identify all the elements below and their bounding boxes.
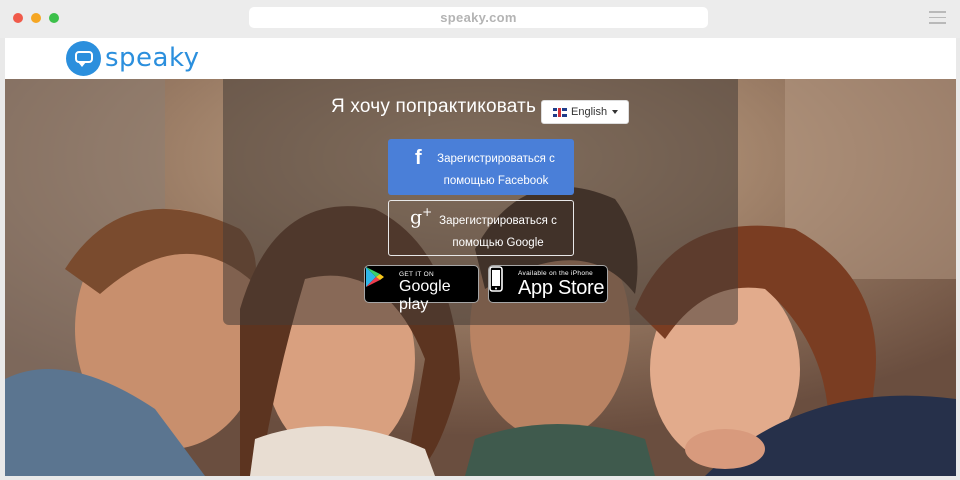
app-store-big-text: App Store bbox=[518, 277, 605, 299]
logo-text: speaky bbox=[105, 43, 200, 73]
google-signup-line1: Зарегистрироваться с bbox=[439, 215, 557, 227]
google-play-big-text: Google play bbox=[399, 278, 451, 313]
google-play-small-text: GET IT ON bbox=[399, 271, 434, 278]
logo[interactable]: speaky bbox=[66, 40, 200, 76]
app-store-small-text: Available on the iPhone bbox=[518, 270, 594, 277]
facebook-signup-button[interactable]: f Зарегистрироваться с помощью Facebook bbox=[388, 139, 574, 195]
page: speaky Я хочу попрактиковать English f З… bbox=[5, 38, 956, 476]
menu-icon[interactable] bbox=[929, 11, 946, 25]
google-signup-button[interactable]: g+ Зарегистрироваться с помощью Google bbox=[388, 200, 574, 256]
apple-icon bbox=[489, 266, 503, 292]
speaky-logo-icon bbox=[66, 40, 101, 76]
google-play-badge[interactable]: GET IT ON Google play bbox=[364, 265, 479, 313]
headline: Я хочу попрактиковать bbox=[331, 96, 537, 117]
hero-section: Я хочу попрактиковать English f Зарегист… bbox=[5, 79, 956, 476]
address-bar[interactable]: speaky.com bbox=[249, 7, 708, 28]
facebook-icon: f bbox=[415, 147, 422, 169]
facebook-signup-line1: Зарегистрироваться с bbox=[437, 153, 555, 165]
google-play-icon bbox=[366, 267, 384, 287]
site-header: speaky bbox=[5, 38, 956, 79]
app-store-badge[interactable]: Available on the iPhone App Store bbox=[488, 265, 608, 303]
google-signup-label: Зарегистрироваться с помощью Google bbox=[433, 210, 563, 254]
maximize-window-dot[interactable] bbox=[49, 13, 59, 23]
facebook-signup-line2: помощью Facebook bbox=[443, 175, 549, 187]
language-select-value: English bbox=[571, 106, 608, 118]
browser-chrome: speaky.com bbox=[0, 0, 960, 38]
language-select[interactable]: English bbox=[541, 100, 629, 124]
google-signup-line2: помощью Google bbox=[452, 237, 544, 249]
facebook-signup-label: Зарегистрироваться с помощью Facebook bbox=[426, 148, 566, 192]
minimize-window-dot[interactable] bbox=[31, 13, 41, 23]
dropdown-caret-icon bbox=[612, 110, 619, 114]
close-window-dot[interactable] bbox=[13, 13, 23, 23]
google-plus-icon: g+ bbox=[410, 205, 433, 229]
signup-panel: Я хочу попрактиковать English f Зарегист… bbox=[223, 79, 738, 325]
uk-flag-icon bbox=[553, 107, 567, 117]
